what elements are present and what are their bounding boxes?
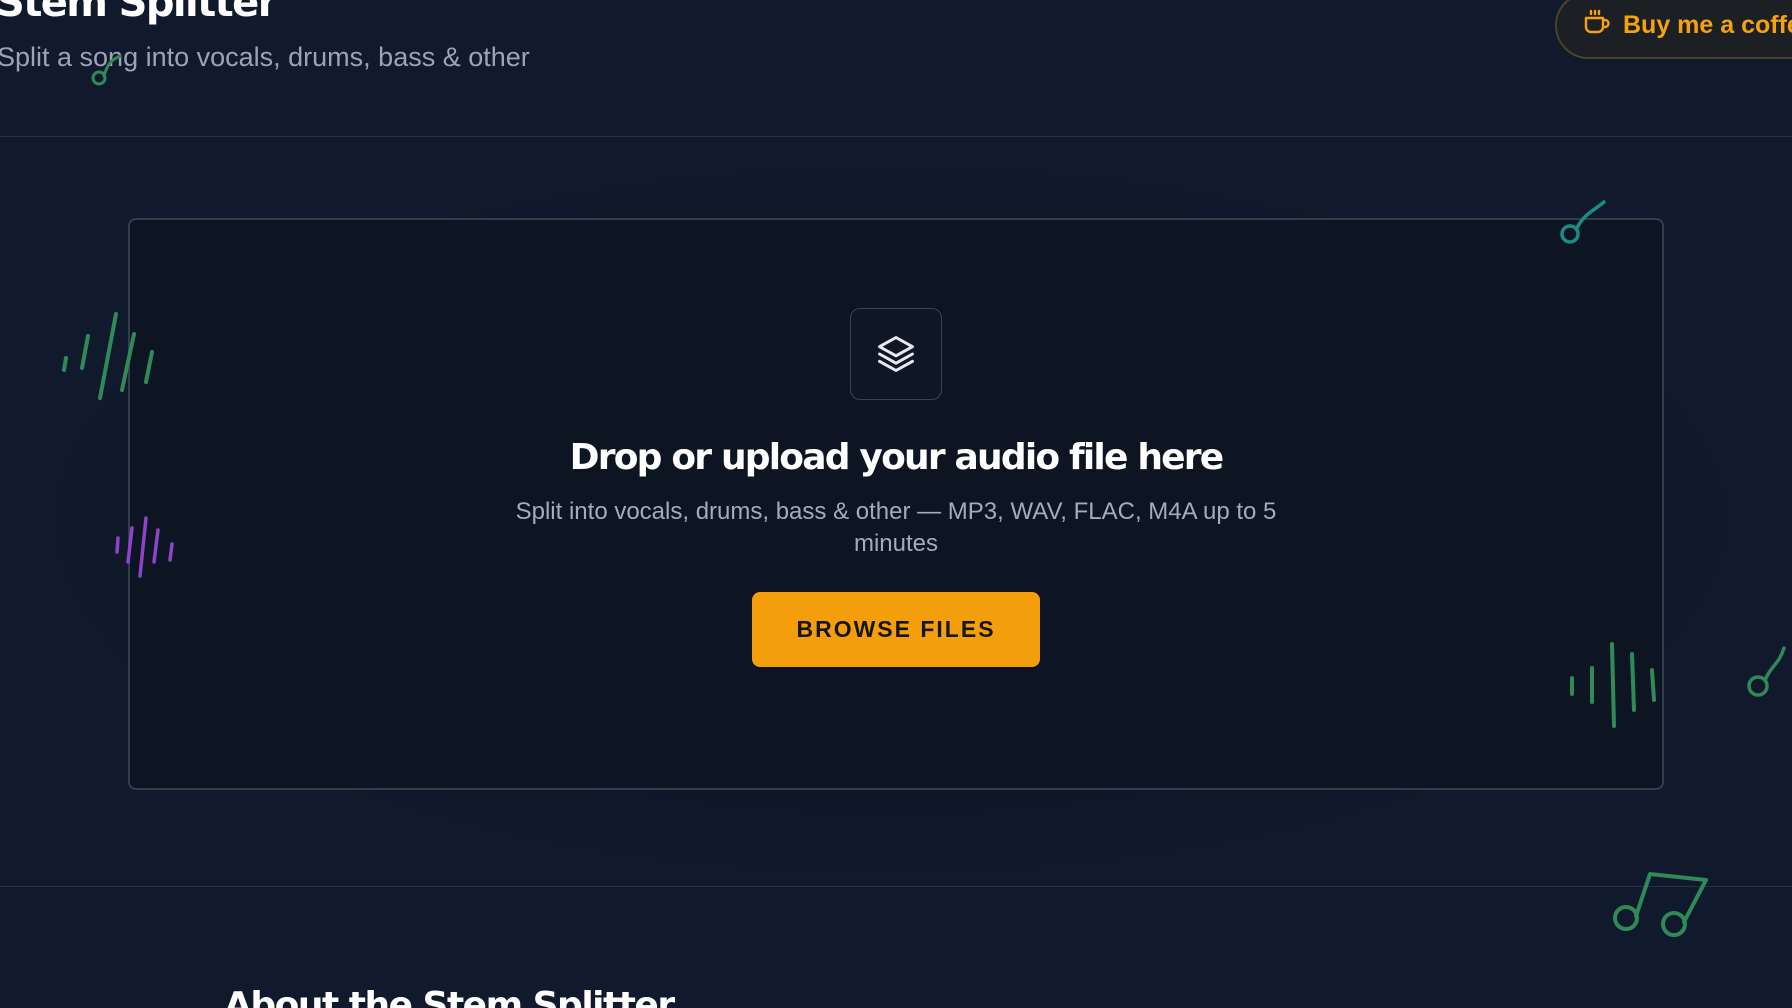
- upload-title: Drop or upload your audio file here: [569, 437, 1224, 478]
- double-music-note-icon: [1613, 872, 1708, 937]
- coffee-cup-icon: [1583, 9, 1623, 42]
- music-note-icon: [91, 54, 122, 86]
- app-title: Stem Splitter: [0, 0, 277, 26]
- layers-icon: [850, 308, 942, 400]
- buy-coffee-button[interactable]: Buy me a coffee: [1555, 0, 1792, 59]
- sound-wave-icon: [62, 312, 154, 400]
- page: Stem Splitter Split a song into vocals, …: [0, 0, 1792, 1008]
- music-note-icon: [1560, 200, 1606, 244]
- app-subtitle: Split a song into vocals, drums, bass & …: [0, 42, 530, 72]
- about-title: About the Stem Splitter: [224, 985, 675, 1008]
- section-divider: [0, 886, 1792, 887]
- sound-wave-icon: [1570, 642, 1656, 728]
- buy-coffee-label: Buy me a coffee: [1623, 11, 1792, 39]
- header-divider: [0, 136, 1792, 137]
- upload-description: Split into vocals, drums, bass & other —…: [515, 498, 1277, 557]
- music-note-icon: [1747, 646, 1786, 697]
- header: Stem Splitter Split a song into vocals, …: [0, 0, 1792, 137]
- sound-wave-icon: [115, 516, 174, 578]
- browse-files-button[interactable]: BROWSE FILES: [752, 592, 1040, 667]
